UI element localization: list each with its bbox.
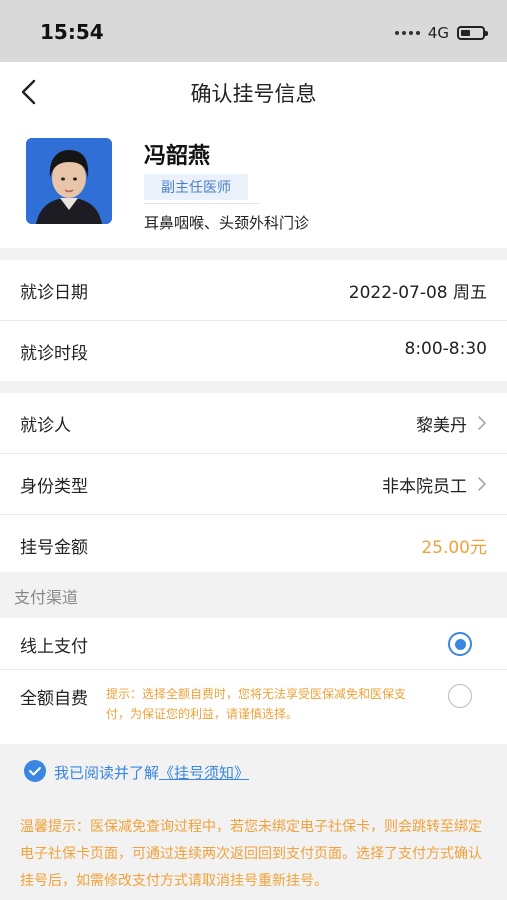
self-pay-hint: 提示：选择全额自费时，您将无法享受医保减免和医保支付，为保证您的利益，请谨慎选择… — [106, 687, 407, 721]
signal-icon — [394, 31, 420, 35]
self-pay-radio[interactable] — [448, 684, 472, 708]
warm-tip: 温馨提示：医保减免查询过程中，若您未绑定电子社保卡，则会跳转至绑定电子社保卡页面… — [20, 819, 482, 889]
doctor-card: 冯韶燕 副主任医师 耳鼻咽喉、头颈外科门诊 — [0, 122, 507, 248]
battery-icon — [457, 26, 488, 40]
fee-label: 挂号金额 — [20, 538, 88, 558]
chevron-right-icon — [478, 416, 486, 430]
online-payment-radio[interactable] — [448, 632, 472, 656]
agreement-prefix: 我已阅读并了解 — [54, 764, 160, 782]
network-type: 4G — [427, 24, 449, 42]
visit-date-label: 就诊日期 — [20, 283, 88, 303]
identity-value: 非本院员工 — [382, 477, 467, 497]
visit-time-value: 8:00-8:30 — [404, 339, 488, 359]
title-divider — [144, 203, 260, 204]
check-circle-icon[interactable] — [24, 760, 46, 782]
self-pay-option[interactable]: 全额自费 提示：选择全额自费时，您将无法享受医保减免和医保支付，为保证您的利益，… — [0, 670, 507, 744]
payment-section-title: 支付渠道 — [14, 588, 79, 607]
status-indicators: 4G — [394, 22, 488, 44]
visit-date-value: 2022-07-08 周五 — [348, 283, 487, 303]
online-payment-option[interactable]: 线上支付 — [0, 618, 507, 670]
status-bar: 15:54 4G — [0, 0, 507, 62]
doctor-title-badge: 副主任医师 — [144, 174, 248, 200]
chevron-right-icon — [478, 477, 486, 491]
agreement-text: 我已阅读并了解《挂号须知》 — [54, 762, 249, 783]
doctor-name: 冯韶燕 — [144, 144, 211, 169]
fee-row: 挂号金额 25.00元 — [0, 515, 507, 572]
identity-label: 身份类型 — [20, 477, 88, 497]
registration-notice-link[interactable]: 《挂号须知》 — [159, 764, 249, 782]
payment-section-header: 支付渠道 — [0, 572, 507, 618]
fee-value: 25.00元 — [421, 538, 487, 558]
visit-time-row: 就诊时段 8:00-8:30 — [0, 321, 507, 381]
agreement-row: 我已阅读并了解《挂号须知》 — [0, 744, 507, 802]
patient-value: 黎美丹 — [416, 416, 467, 436]
nav-bar: 确认挂号信息 — [0, 62, 507, 122]
doctor-avatar — [26, 138, 112, 224]
online-payment-label: 线上支付 — [20, 637, 88, 657]
status-time: 15:54 — [40, 20, 104, 44]
identity-row[interactable]: 身份类型 非本院员工 — [0, 454, 507, 514]
page-title: 确认挂号信息 — [190, 82, 317, 106]
visit-time-label: 就诊时段 — [20, 344, 88, 364]
patient-label: 就诊人 — [20, 416, 71, 436]
patient-row[interactable]: 就诊人 黎美丹 — [0, 393, 507, 453]
doctor-department: 耳鼻咽喉、头颈外科门诊 — [144, 214, 310, 232]
visit-date-row: 就诊日期 2022-07-08 周五 — [0, 260, 507, 320]
self-pay-label: 全额自费 — [20, 689, 88, 709]
